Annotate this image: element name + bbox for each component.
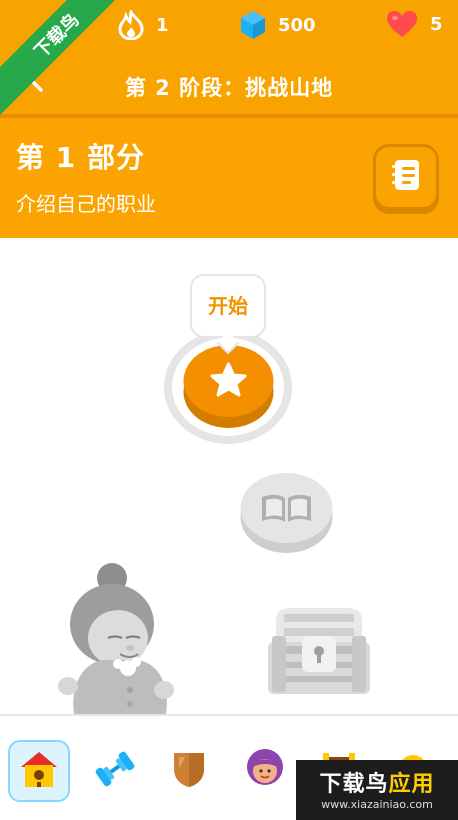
gems-counter[interactable]: 500 [240, 10, 316, 40]
unit-banner: 第 1 部分 介绍自己的职业 [0, 118, 458, 238]
gem-icon [240, 10, 266, 40]
unit-subtitle: 介绍自己的职业 [16, 192, 156, 216]
locked-chest[interactable] [266, 606, 372, 696]
notebook-icon [390, 158, 422, 196]
start-tooltip[interactable]: 开始 [190, 274, 266, 338]
gems-count: 500 [278, 14, 316, 36]
stage-title[interactable]: 第 2 阶段：挑战山地 [0, 72, 458, 102]
brand-watermark: 下载鸟应用 www.xiazainiao.com [296, 760, 458, 820]
flame-icon [118, 10, 144, 40]
hearts-counter[interactable]: 5 [386, 10, 443, 38]
nav-profile[interactable] [234, 740, 296, 802]
brand-suffix: 应用 [388, 772, 435, 797]
streak-count: 1 [156, 14, 169, 36]
nav-practice[interactable] [84, 740, 146, 802]
guidebook-button[interactable] [373, 144, 439, 210]
brand-watermark-title: 下载鸟应用 [296, 766, 458, 798]
locked-story-node[interactable] [240, 472, 333, 554]
nav-leagues[interactable] [158, 740, 220, 802]
grandma-character [56, 558, 182, 714]
start-lesson-node[interactable] [183, 342, 274, 430]
home-icon [19, 749, 59, 793]
lesson-path: 开始 [0, 238, 458, 714]
hearts-count: 5 [430, 13, 443, 35]
streak-counter[interactable]: 1 [118, 10, 169, 40]
profile-avatar-icon [243, 747, 287, 795]
nav-home[interactable] [8, 740, 70, 802]
stage-row: 第 2 阶段：挑战山地 [0, 62, 458, 110]
shield-icon [171, 749, 207, 793]
heart-icon [386, 10, 418, 38]
brand-prefix: 下载鸟 [319, 772, 389, 797]
unit-title: 第 1 部分 [16, 141, 145, 174]
dumbbell-icon [93, 751, 137, 791]
brand-watermark-url: www.xiazainiao.com [321, 798, 433, 811]
